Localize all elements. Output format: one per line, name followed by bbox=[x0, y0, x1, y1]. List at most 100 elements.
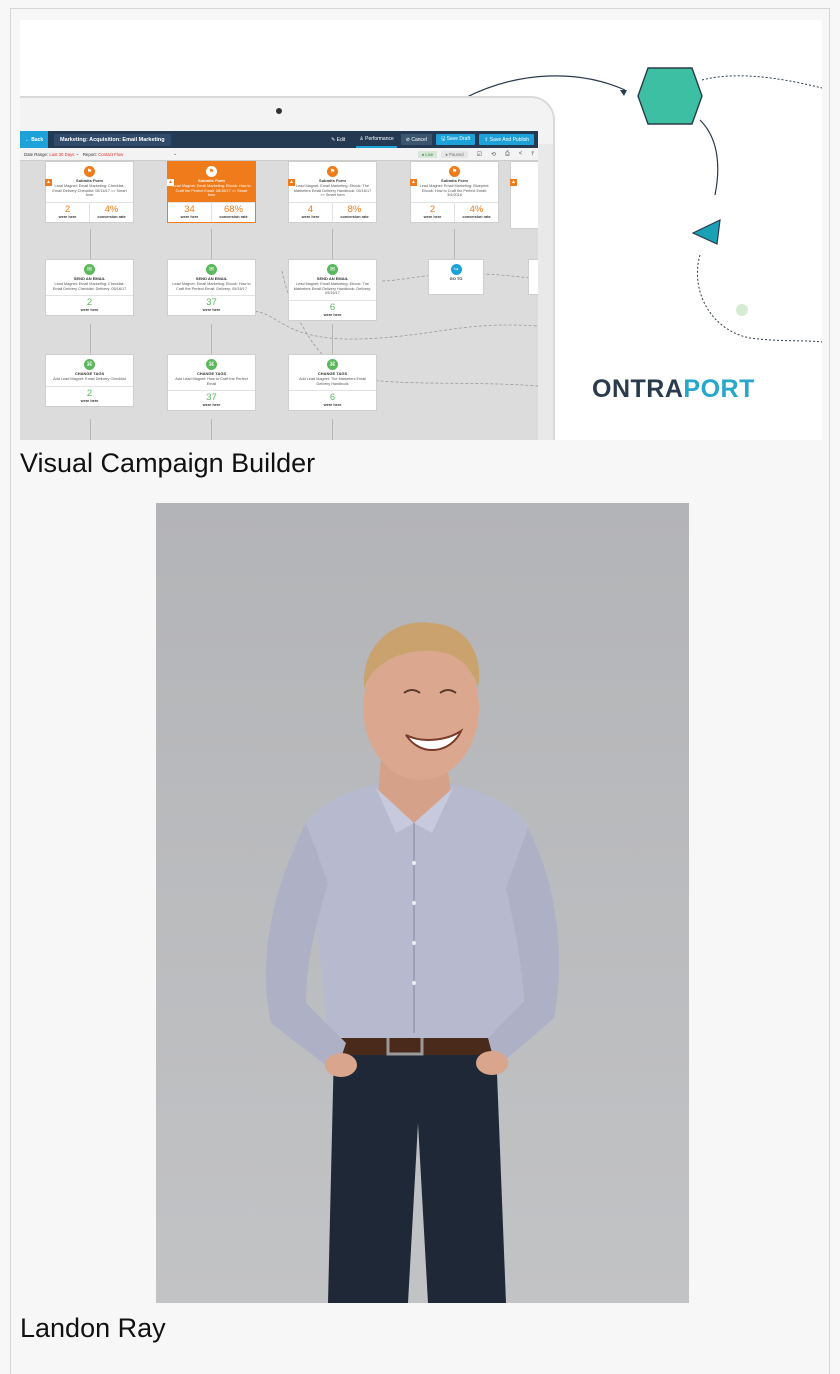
cancel-button[interactable]: ⊘ Cancel bbox=[400, 134, 432, 145]
node-desc: Add Lead Magnet: Email Delivery Checklis… bbox=[53, 377, 126, 381]
campaign-title[interactable]: Marketing: Acquisition: Email Marketing bbox=[54, 133, 171, 146]
stat-label: were here bbox=[423, 214, 442, 219]
caption-visual-campaign-builder: Visual Campaign Builder bbox=[20, 448, 316, 478]
email-icon: ✉ bbox=[206, 264, 217, 275]
node-stats: 6 were here bbox=[289, 390, 376, 410]
portrait-photo bbox=[156, 503, 689, 1303]
laptop-screen: ← Back Marketing: Acquisition: Email Mar… bbox=[20, 96, 555, 440]
node-desc: Add Lead Magnet: How to Craft the Perfec… bbox=[175, 377, 248, 386]
connector bbox=[211, 324, 212, 354]
stat-number: 4% bbox=[469, 203, 484, 215]
node-desc: Lead Magnet: Email Marketing: Ebook: How… bbox=[172, 184, 251, 198]
paused-toggle[interactable]: ● Paused bbox=[441, 150, 468, 158]
chevron-down-icon[interactable]: ⌄ bbox=[173, 151, 177, 157]
node-desc: Add Lead Magnet: The Marketers Email Del… bbox=[298, 377, 367, 386]
triangle-shape bbox=[691, 218, 721, 245]
stat-number: 6 bbox=[329, 301, 336, 313]
stat-number: 2 bbox=[429, 203, 436, 215]
node-change-tags[interactable]: ⌘ CHANGE TAGS Add Lead Magnet: How to Cr… bbox=[167, 354, 256, 412]
redirect-icon: ↪ bbox=[450, 264, 462, 275]
node-desc: Lead Magnet: Email Marketing: Ebook: The… bbox=[293, 282, 372, 296]
node-stats: 37 were here bbox=[168, 295, 255, 315]
camera-dot bbox=[276, 108, 282, 114]
node-desc: Lead Magnet: Email Marketing: Checklist:… bbox=[52, 184, 127, 198]
node-submits-form[interactable]: ▲ ⚑ Submits Form Lead Magnet: Email Mark… bbox=[288, 161, 377, 223]
save-publish-button[interactable]: ⇪ Save And Publish bbox=[479, 134, 534, 145]
stat-number: 68% bbox=[223, 203, 243, 215]
stat-label: were here bbox=[301, 214, 320, 219]
hero-image-visual-campaign-builder: ← Back Marketing: Acquisition: Email Mar… bbox=[20, 20, 822, 440]
connector bbox=[332, 229, 333, 259]
node-stats: 2 were here bbox=[46, 385, 133, 406]
node-title: GO TO bbox=[449, 276, 463, 281]
flag-icon: ▲ bbox=[510, 179, 517, 186]
back-button[interactable]: ← Back bbox=[20, 131, 48, 148]
campaign-canvas[interactable]: ▲ ⚑ Submits Form Lead Magnet: Email Mark… bbox=[20, 161, 538, 440]
date-range-label: Date Range: bbox=[24, 151, 49, 157]
stat-number: 37 bbox=[206, 297, 217, 309]
stat-label: were here bbox=[80, 308, 99, 313]
node-stats: 34 were here 68% conversion rate bbox=[168, 201, 255, 222]
stat-label: conversion rate bbox=[219, 214, 248, 219]
share-icon[interactable]: < bbox=[519, 151, 523, 157]
stat-number: 8% bbox=[347, 203, 362, 215]
ontraport-logo: ONTRAPORT bbox=[592, 375, 755, 404]
form-icon: ⚑ bbox=[449, 166, 460, 177]
node-send-email[interactable]: ✉ SEND AN EMAIL Lead Magnet: Email Marke… bbox=[288, 259, 377, 321]
node-stats: 6 were here bbox=[289, 299, 376, 320]
app-subbar: Date Range: Last 30 Days ⌄ Report: Conta… bbox=[20, 148, 538, 161]
print-icon[interactable]: ⎙ bbox=[505, 151, 510, 158]
node-partial[interactable]: ▲ bbox=[510, 161, 538, 229]
person-illustration bbox=[156, 503, 689, 1303]
node-go-to[interactable]: ↪ GO TO bbox=[428, 259, 484, 295]
app-topbar: ← Back Marketing: Acquisition: Email Mar… bbox=[20, 131, 538, 148]
node-submits-form[interactable]: ▲ ⚑ Submits Form Lead Magnet: Email Mark… bbox=[410, 161, 499, 223]
stat-number: 2 bbox=[64, 203, 71, 215]
node-submits-form-highlighted[interactable]: ▲ ⚑ Submits Form Lead Magnet: Email Mark… bbox=[167, 161, 256, 223]
connector bbox=[211, 229, 212, 259]
node-send-email[interactable]: ✉ SEND AN EMAIL Lead Magnet: Email Marke… bbox=[45, 259, 134, 317]
stat-label: were here bbox=[180, 214, 199, 219]
form-icon: ⚑ bbox=[327, 166, 338, 177]
date-range-select[interactable]: Last 30 Days bbox=[49, 152, 74, 157]
connector bbox=[90, 229, 91, 259]
stat-number: 37 bbox=[206, 392, 217, 404]
node-stats: 37 were here bbox=[168, 390, 255, 410]
node-stats: 4 were here 8% conversion rate bbox=[289, 201, 376, 222]
email-icon: ✉ bbox=[84, 264, 95, 275]
node-send-email[interactable]: ✉ SEND AN EMAIL Lead Magnet: Email Marke… bbox=[167, 259, 256, 317]
pin-icon[interactable]: ⫯ bbox=[531, 151, 534, 158]
history-icon[interactable]: ⟲ bbox=[491, 151, 496, 158]
node-change-tags[interactable]: ⌘ CHANGE TAGS Add Lead Magnet: Email Del… bbox=[45, 354, 134, 407]
save-draft-button[interactable]: 🖫 Save Draft bbox=[435, 134, 476, 145]
stat-label: were here bbox=[202, 308, 221, 313]
stat-number: 4% bbox=[104, 203, 119, 215]
flag-icon: ▲ bbox=[288, 179, 295, 186]
campaign-builder-app: ← Back Marketing: Acquisition: Email Mar… bbox=[20, 131, 538, 440]
report-select[interactable]: Contact Flow bbox=[98, 152, 123, 157]
stat-label: conversion rate bbox=[462, 214, 491, 219]
live-toggle[interactable]: ● Live bbox=[417, 150, 438, 158]
flag-icon: ▲ bbox=[167, 179, 174, 186]
stat-label: were here bbox=[323, 312, 342, 317]
connector bbox=[90, 419, 91, 440]
node-submits-form[interactable]: ▲ ⚑ Submits Form Lead Magnet: Email Mark… bbox=[45, 161, 134, 223]
chevron-down-icon[interactable]: ⌄ bbox=[74, 151, 82, 157]
stat-label: were here bbox=[80, 398, 99, 403]
tab-performance[interactable]: ♙ Performance bbox=[356, 131, 397, 148]
stat-number: 4 bbox=[307, 203, 314, 215]
node-stats: 2 were here 4% conversion rate bbox=[46, 201, 133, 222]
connector bbox=[454, 229, 455, 259]
node-desc: Lead Magnet: Email Marketing: Ebook: The… bbox=[293, 184, 372, 198]
node-partial[interactable] bbox=[528, 259, 538, 295]
flag-icon: ▲ bbox=[410, 179, 417, 186]
caption-landon-ray: Landon Ray bbox=[20, 1313, 166, 1343]
report-label: Report: bbox=[82, 151, 97, 157]
form-icon: ⚑ bbox=[84, 166, 95, 177]
tag-icon: ⌘ bbox=[327, 359, 338, 370]
node-desc: Lead Magnet: Email Marketing: Checklist:… bbox=[52, 282, 127, 291]
tab-edit[interactable]: ✎ Edit bbox=[328, 131, 348, 148]
stat-label: were here bbox=[323, 403, 342, 408]
checklist-icon[interactable]: ☑ bbox=[477, 151, 482, 158]
node-change-tags[interactable]: ⌘ CHANGE TAGS Add Lead Magnet: The Marke… bbox=[288, 354, 377, 412]
